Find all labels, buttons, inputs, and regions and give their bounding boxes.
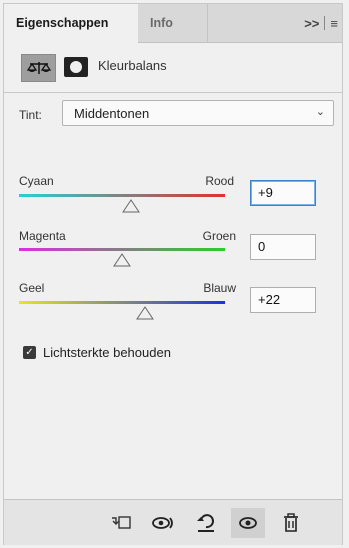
slider-yellow-label: Geel xyxy=(19,281,45,295)
tint-label: Tint: xyxy=(19,108,42,122)
yellow-blue-value-input[interactable]: +22 xyxy=(250,287,316,313)
magenta-green-slider-track[interactable] xyxy=(19,248,225,251)
slider-green-label: Groen xyxy=(202,229,236,243)
preserve-luminosity-checkbox[interactable]: ✓ xyxy=(23,346,36,359)
tab-bar: Eigenschappen Info >> ≡ xyxy=(4,4,342,43)
slider-cyan-label: Cyaan xyxy=(19,174,54,188)
yellow-blue-slider-thumb[interactable] xyxy=(135,306,154,320)
properties-panel: Eigenschappen Info >> ≡ Kleurbalans Tint… xyxy=(3,3,343,545)
magenta-green-value-input[interactable]: 0 xyxy=(250,234,316,260)
tab-bar-controls: >> ≡ xyxy=(304,4,338,42)
chevron-down-icon: ⌄ xyxy=(315,106,325,118)
clip-to-layer-icon[interactable] xyxy=(104,508,138,538)
visibility-eye-icon[interactable] xyxy=(231,508,265,538)
cyan-red-slider-thumb[interactable] xyxy=(122,199,141,213)
yellow-blue-slider-track[interactable] xyxy=(19,301,225,304)
layer-mask-icon[interactable] xyxy=(64,57,88,77)
preserve-luminosity-label: Lichtsterkte behouden xyxy=(43,345,171,360)
divider xyxy=(324,16,326,30)
bottom-toolbar xyxy=(4,499,342,545)
tab-info[interactable]: Info xyxy=(138,4,208,42)
tint-value: Middentonen xyxy=(74,106,150,121)
slider-magenta-label: Magenta xyxy=(19,229,66,243)
adjustment-header: Kleurbalans xyxy=(4,42,342,93)
tint-dropdown[interactable]: Middentonen ⌄ xyxy=(62,100,334,126)
expand-panel-icon[interactable]: >> xyxy=(304,16,319,31)
slider-blue-label: Blauw xyxy=(203,281,236,295)
slider-red-label: Rood xyxy=(205,174,234,188)
magenta-green-slider-thumb[interactable] xyxy=(113,253,131,267)
cyan-red-value-input[interactable]: +9 xyxy=(250,180,316,206)
panel-menu-icon[interactable]: ≡ xyxy=(330,16,338,31)
adjustment-title: Kleurbalans xyxy=(98,58,167,73)
cyan-red-slider-track[interactable] xyxy=(19,194,225,197)
view-previous-state-icon[interactable] xyxy=(146,508,180,538)
trash-icon[interactable] xyxy=(274,508,308,538)
reset-icon[interactable] xyxy=(189,508,223,538)
tab-eigenschappen[interactable]: Eigenschappen xyxy=(4,4,138,43)
balance-scale-icon[interactable] xyxy=(21,54,56,82)
